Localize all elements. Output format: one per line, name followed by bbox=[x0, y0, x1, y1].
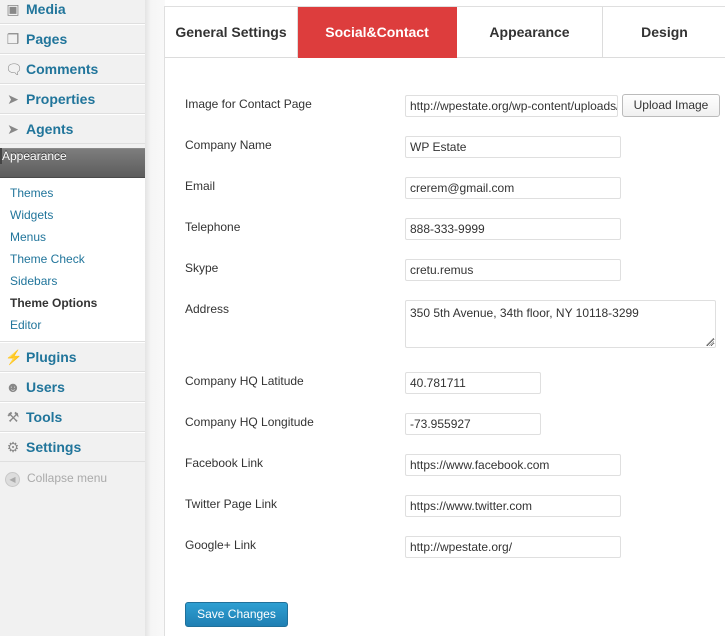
users-icon: ☻ bbox=[5, 379, 21, 395]
plugins-icon: ⚡ bbox=[5, 349, 23, 365]
facebook-label: Facebook Link bbox=[185, 456, 264, 470]
menu-item-label: Pages bbox=[26, 31, 68, 47]
theme-options-panel: General Settings Social&Contact Appearan… bbox=[164, 6, 725, 636]
twitter-input[interactable]: https://www.twitter.com bbox=[405, 495, 621, 517]
menu-item-appearance[interactable]: Appearance bbox=[0, 148, 145, 178]
tools-icon: ⚒ bbox=[6, 409, 20, 425]
address-label: Address bbox=[185, 302, 230, 316]
menu-item-plugins[interactable]: ⚡ Plugins bbox=[0, 342, 145, 372]
address-textarea[interactable]: 350 5th Avenue, 34th floor, NY 10118-329… bbox=[405, 300, 716, 348]
menu-item-media[interactable]: ▣ Media bbox=[0, 0, 145, 24]
submenu-item-theme-check[interactable]: Theme Check bbox=[10, 252, 85, 266]
company-name-input[interactable]: WP Estate bbox=[405, 136, 621, 158]
menu-item-label: Comments bbox=[26, 61, 99, 77]
submenu-item-theme-options[interactable]: Theme Options bbox=[10, 296, 97, 310]
menu-item-tools[interactable]: ⚒ Tools bbox=[0, 402, 145, 432]
sidebar-divider bbox=[145, 0, 165, 636]
menu-item-properties[interactable]: ➤ Properties bbox=[0, 84, 145, 114]
menu-item-label: Plugins bbox=[26, 349, 77, 365]
pin-icon: ➤ bbox=[7, 121, 19, 137]
submenu-item-widgets[interactable]: Widgets bbox=[10, 208, 53, 222]
pages-icon: ❐ bbox=[6, 31, 20, 47]
save-changes-button[interactable]: Save Changes bbox=[185, 602, 288, 627]
collapse-menu-label: Collapse menu bbox=[27, 471, 108, 485]
submenu-item-themes[interactable]: Themes bbox=[10, 186, 53, 200]
image-contact-input[interactable]: http://wpestate.org/wp-content/uploads/ bbox=[405, 95, 618, 117]
latitude-input[interactable]: 40.781711 bbox=[405, 372, 541, 394]
upload-image-button[interactable]: Upload Image bbox=[622, 94, 720, 117]
menu-item-settings[interactable]: ⚙ Settings bbox=[0, 432, 145, 462]
telephone-input[interactable]: 888-333-9999 bbox=[405, 218, 621, 240]
menu-item-label: Settings bbox=[26, 439, 82, 455]
email-label: Email bbox=[185, 179, 216, 193]
submenu-item-editor[interactable]: Editor bbox=[10, 318, 41, 332]
menu-item-users[interactable]: ☻ Users bbox=[0, 372, 145, 402]
skype-input[interactable]: cretu.remus bbox=[405, 259, 621, 281]
tab-social-contact[interactable]: Social&Contact bbox=[298, 7, 457, 58]
menu-item-comments[interactable]: 🗨 Comments bbox=[0, 54, 145, 84]
menu-item-label: Agents bbox=[26, 121, 74, 137]
google-input[interactable]: http://wpestate.org/ bbox=[405, 536, 621, 558]
admin-sidebar: ▣ Media ❐ Pages 🗨 Comments ➤ Properties … bbox=[0, 0, 145, 636]
address-text: 350 5th Avenue, 34th floor, NY 10118-329… bbox=[410, 306, 639, 320]
twitter-label: Twitter Page Link bbox=[185, 497, 278, 511]
menu-item-label: Tools bbox=[26, 409, 63, 425]
settings-icon: ⚙ bbox=[6, 439, 20, 455]
telephone-label: Telephone bbox=[185, 220, 241, 234]
menu-item-label: Media bbox=[26, 1, 66, 17]
tab-design[interactable]: Design bbox=[603, 7, 725, 58]
menu-item-label: Appearance bbox=[2, 149, 67, 163]
options-tabs: General Settings Social&Contact Appearan… bbox=[165, 7, 725, 58]
google-label: Google+ Link bbox=[185, 538, 257, 552]
submenu-item-menus[interactable]: Menus bbox=[10, 230, 46, 244]
resize-grip-icon[interactable] bbox=[706, 338, 714, 346]
collapse-menu-button[interactable]: ◀ Collapse menu bbox=[0, 467, 145, 491]
menu-item-agents[interactable]: ➤ Agents bbox=[0, 114, 145, 144]
tab-appearance[interactable]: Appearance bbox=[457, 7, 603, 58]
latitude-label: Company HQ Latitude bbox=[185, 374, 304, 388]
menu-item-pages[interactable]: ❐ Pages bbox=[0, 24, 145, 54]
submenu-item-sidebars[interactable]: Sidebars bbox=[10, 274, 57, 288]
comments-icon: 🗨 bbox=[5, 61, 23, 77]
pin-icon: ➤ bbox=[7, 91, 19, 107]
tab-general-settings[interactable]: General Settings bbox=[165, 7, 298, 58]
image-contact-label: Image for Contact Page bbox=[185, 97, 312, 111]
longitude-label: Company HQ Longitude bbox=[185, 415, 314, 429]
appearance-submenu: Themes Widgets Menus Theme Check Sidebar… bbox=[0, 178, 145, 342]
longitude-input[interactable]: -73.955927 bbox=[405, 413, 541, 435]
facebook-input[interactable]: https://www.facebook.com bbox=[405, 454, 621, 476]
email-input[interactable]: crerem@gmail.com bbox=[405, 177, 621, 199]
menu-item-label: Properties bbox=[26, 91, 96, 107]
media-icon: ▣ bbox=[6, 1, 20, 17]
company-name-label: Company Name bbox=[185, 138, 272, 152]
collapse-arrow-icon: ◀ bbox=[5, 472, 20, 487]
menu-item-label: Users bbox=[26, 379, 65, 395]
skype-label: Skype bbox=[185, 261, 219, 275]
